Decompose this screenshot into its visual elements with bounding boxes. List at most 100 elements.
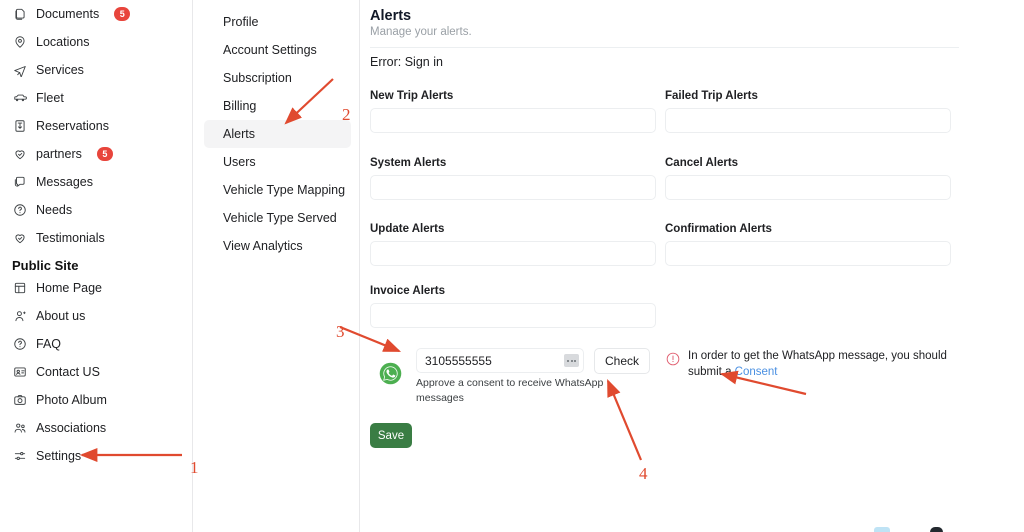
settings-nav-item-alerts[interactable]: Alerts (204, 120, 351, 148)
field-cancel-alerts: Cancel Alerts (665, 157, 951, 200)
sidebar-section-title: Public Site (12, 258, 79, 273)
input-invoice-alerts[interactable] (370, 303, 656, 328)
sidebar-item-contact-us[interactable]: Contact US (0, 358, 192, 386)
sidebar-item-label: About us (36, 308, 86, 323)
field-new-trip-alerts: New Trip Alerts (370, 90, 656, 133)
settings-nav-label: Account Settings (223, 43, 317, 57)
sidebar-item-faq[interactable]: FAQ (0, 330, 192, 358)
sidebar-item-settings[interactable]: Settings (0, 442, 192, 470)
sidebar-item-photo-album[interactable]: Photo Album (0, 386, 192, 414)
field-label: Update Alerts (370, 223, 445, 235)
question-circle-icon (12, 337, 27, 352)
settings-nav-item-users[interactable]: Users (204, 148, 351, 176)
annotation-number-3: 3 (336, 322, 345, 341)
input-cancel-alerts[interactable] (665, 175, 951, 200)
whatsapp-phone-wrap (416, 348, 584, 373)
sidebar-item-associations[interactable]: Associations (0, 414, 192, 442)
phone-more-options-icon[interactable] (564, 354, 579, 367)
whatsapp-consent-note: In order to get the WhatsApp message, yo… (688, 348, 978, 381)
settings-nav-label: Vehicle Type Served (223, 211, 337, 225)
save-button[interactable]: Save (370, 423, 412, 448)
sidebar-item-badge: 5 (114, 7, 131, 21)
sidebar-item-label: Locations (36, 34, 90, 49)
bottom-widget-left[interactable] (874, 527, 890, 532)
sidebar-item-locations[interactable]: Locations (0, 28, 192, 56)
sidebar-item-partners[interactable]: partners 5 (0, 140, 192, 168)
sidebar-item-needs[interactable]: Needs (0, 196, 192, 224)
sidebar-item-label: Photo Album (36, 392, 107, 407)
handshake-icon (12, 147, 27, 162)
field-system-alerts: System Alerts (370, 157, 656, 200)
sidebar-item-messages[interactable]: Messages (0, 168, 192, 196)
settings-nav-item-account-settings[interactable]: Account Settings (204, 36, 351, 64)
sidebar-item-label: Documents (36, 6, 100, 21)
field-label: Failed Trip Alerts (665, 90, 758, 102)
sidebar-item-home-page[interactable]: Home Page (0, 274, 192, 302)
settings-nav-item-subscription[interactable]: Subscription (204, 64, 351, 92)
sidebar-item-services[interactable]: Services (0, 56, 192, 84)
field-label: Cancel Alerts (665, 157, 739, 169)
camera-icon (12, 393, 27, 408)
settings-nav-item-view-analytics[interactable]: View Analytics (204, 232, 351, 260)
field-invoice-alerts: Invoice Alerts (370, 285, 656, 328)
settings-nav-label: Subscription (223, 71, 292, 85)
settings-nav-label: Billing (223, 99, 257, 113)
bottom-widget-right[interactable] (930, 527, 943, 532)
field-label: New Trip Alerts (370, 90, 454, 102)
divider (370, 47, 959, 48)
settings-nav-item-vehicle-type-mapping[interactable]: Vehicle Type Mapping (204, 176, 351, 204)
settings-nav-label: Profile (223, 15, 259, 29)
annotation-number-2: 2 (342, 105, 351, 124)
input-failed-trip-alerts[interactable] (665, 108, 951, 133)
sidebar-item-fleet[interactable]: Fleet (0, 84, 192, 112)
input-new-trip-alerts[interactable] (370, 108, 656, 133)
settings-nav-label: Alerts (223, 127, 255, 141)
sidebar-item-testimonials[interactable]: Testimonials (0, 224, 192, 252)
input-update-alerts[interactable] (370, 241, 656, 266)
settings-nav-item-billing[interactable]: Billing (204, 92, 351, 120)
field-label: System Alerts (370, 157, 447, 169)
handshake-icon (12, 231, 27, 246)
main-content: Alerts Manage your alerts. Error: Sign i… (361, 0, 1024, 532)
consent-link[interactable]: Consent (735, 366, 778, 378)
sidebar-item-label: Home Page (36, 280, 103, 295)
whatsapp-note-text: In order to get the WhatsApp message, yo… (688, 350, 947, 379)
sidebar-item-label: Associations (36, 420, 107, 435)
warning-circle-icon (666, 352, 680, 366)
annotation-number-1: 1 (190, 458, 199, 477)
sidebar-item-label: Needs (36, 202, 73, 217)
sidebar-item-documents[interactable]: Documents 5 (0, 0, 192, 28)
sidebar-item-label: Settings (36, 448, 82, 463)
sidebar-item-about-us[interactable]: About us (0, 302, 192, 330)
sidebar-item-label: FAQ (36, 336, 62, 351)
annotation-number-4: 4 (639, 464, 648, 483)
messages-icon (12, 175, 27, 190)
sidebar-item-badge: 5 (96, 147, 113, 161)
settings-nav-item-vehicle-type-served[interactable]: Vehicle Type Served (204, 204, 351, 232)
check-button[interactable]: Check (594, 348, 650, 374)
settings-nav-item-profile[interactable]: Profile (204, 8, 351, 36)
left-sidebar: Documents 5 Locations Services Fleet Reservat… (0, 0, 193, 532)
reservations-icon (12, 119, 27, 134)
sidebar-item-label: Messages (36, 174, 93, 189)
page-title: Alerts (370, 8, 412, 24)
input-system-alerts[interactable] (370, 175, 656, 200)
contact-card-icon (12, 365, 27, 380)
field-update-alerts: Update Alerts (370, 223, 656, 266)
field-label: Confirmation Alerts (665, 223, 772, 235)
location-pin-icon (12, 35, 27, 50)
sidebar-item-label: Fleet (36, 90, 64, 105)
field-label: Invoice Alerts (370, 285, 445, 297)
user-icon (12, 309, 27, 324)
layout-icon (12, 281, 27, 296)
sidebar-item-reservations[interactable]: Reservations (0, 112, 192, 140)
sliders-icon (12, 449, 27, 464)
whatsapp-consent-hint: Approve a consent to receive WhatsApp me… (416, 377, 604, 405)
settings-nav-label: Vehicle Type Mapping (223, 183, 346, 197)
whatsapp-phone-input[interactable] (416, 348, 584, 373)
sidebar-item-label: Reservations (36, 118, 109, 133)
users-group-icon (12, 421, 27, 436)
input-confirmation-alerts[interactable] (665, 241, 951, 266)
settings-nav-label: View Analytics (223, 239, 303, 253)
whatsapp-row: Approve a consent to receive WhatsApp me… (370, 345, 1020, 405)
